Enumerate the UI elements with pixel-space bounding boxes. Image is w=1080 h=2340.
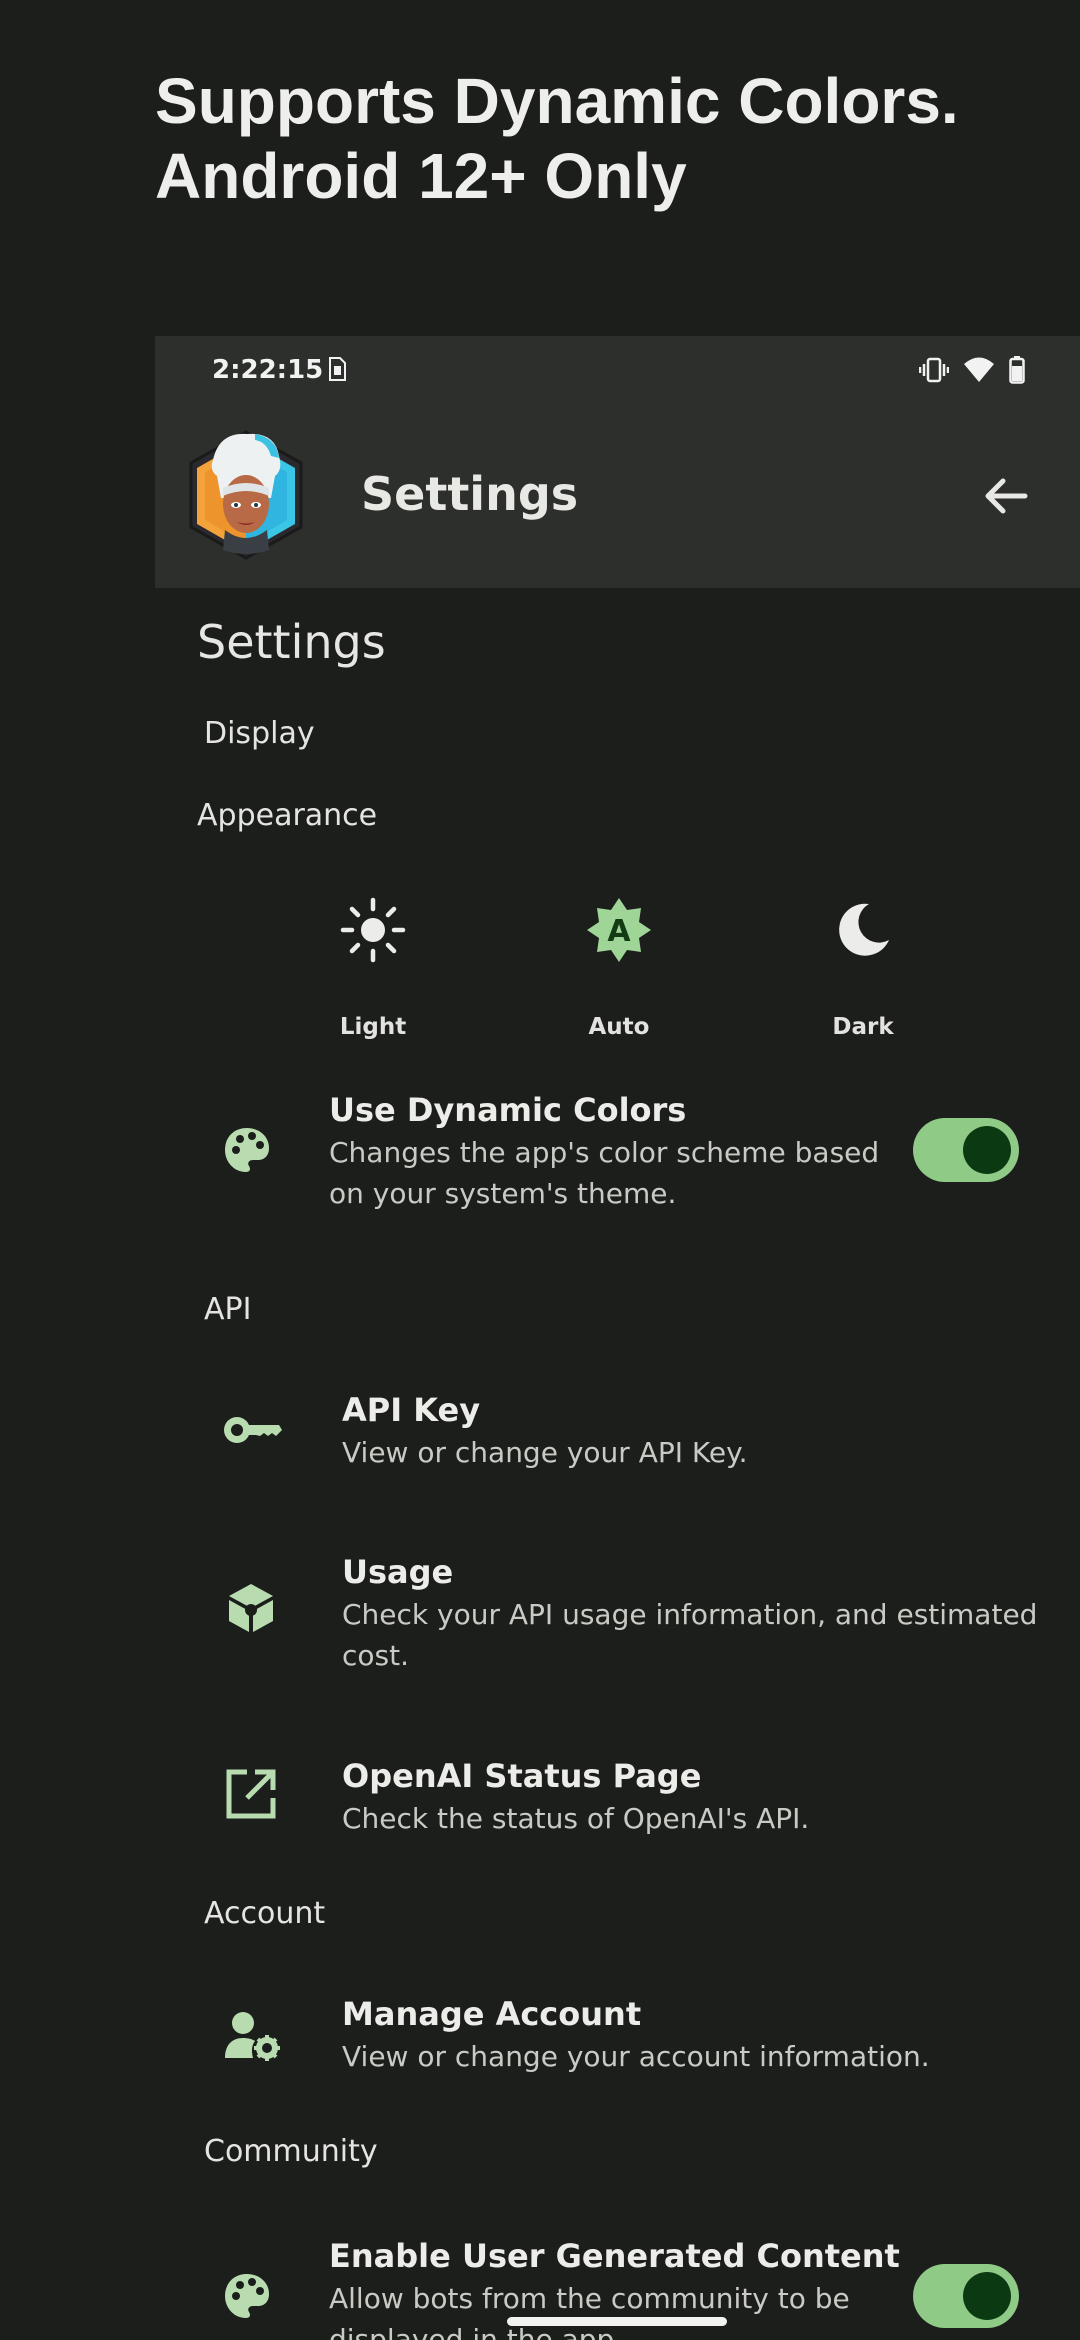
theme-option-light-label: Light	[339, 1014, 407, 1040]
section-header-display: Display	[204, 716, 315, 751]
status-page-desc: Check the status of OpenAI's API.	[342, 1802, 810, 1835]
dynamic-colors-toggle[interactable]	[913, 1118, 1019, 1182]
moon-icon	[839, 903, 889, 956]
top-bar-title: Settings	[361, 467, 579, 521]
vibrate-icon	[919, 357, 949, 383]
promo-headline: Supports Dynamic Colors. Android 12+ Onl…	[155, 64, 1055, 214]
cube-icon	[229, 1584, 273, 1632]
toggle-knob	[963, 1126, 1011, 1174]
battery-icon	[1009, 356, 1025, 384]
sim-card-icon	[329, 357, 346, 381]
user-content-title: Enable User Generated Content	[329, 2237, 900, 2275]
sun-icon	[340, 897, 406, 963]
key-icon	[224, 1417, 282, 1443]
status-icons	[919, 356, 1025, 384]
gesture-nav-handle[interactable]	[507, 2317, 727, 2326]
theme-option-dark[interactable]: Dark	[783, 876, 943, 1040]
theme-option-dark-label: Dark	[832, 1014, 894, 1040]
section-header-account: Account	[204, 1896, 326, 1931]
user-content-desc-1: Allow bots from the community to be	[329, 2282, 850, 2315]
manage-account-title: Manage Account	[342, 1995, 642, 2033]
auto-brightness-icon: A	[587, 898, 651, 962]
theme-option-auto[interactable]: A Auto	[539, 876, 699, 1040]
wifi-icon	[964, 357, 994, 382]
section-header-api: API	[204, 1292, 252, 1327]
palette-icon	[225, 1128, 269, 1172]
status-time: 2:22:15	[212, 355, 324, 385]
app-avatar-logo	[189, 430, 303, 560]
promo-line-1: Supports Dynamic Colors.	[155, 65, 959, 137]
theme-option-light[interactable]: Light	[293, 876, 453, 1040]
section-header-community: Community	[204, 2134, 378, 2169]
usage-desc-1: Check your API usage information, and es…	[342, 1598, 1038, 1631]
dynamic-colors-desc-1: Changes the app's color scheme based	[329, 1136, 880, 1169]
top-app-bar: 2:22:15 Settings	[155, 336, 1080, 588]
api-key-desc: View or change your API Key.	[342, 1436, 748, 1469]
open-in-new-icon	[226, 1769, 276, 1819]
palette-icon	[225, 2274, 269, 2318]
usage-title: Usage	[342, 1553, 454, 1591]
usage-desc-2: cost.	[342, 1639, 409, 1672]
back-button[interactable]	[975, 466, 1035, 526]
toggle-knob	[963, 2272, 1011, 2320]
theme-option-auto-label: Auto	[588, 1014, 650, 1040]
manage-account-icon	[225, 2012, 280, 2061]
status-page-title: OpenAI Status Page	[342, 1757, 702, 1795]
page-heading: Settings	[197, 615, 386, 669]
dynamic-colors-desc-2: on your system's theme.	[329, 1177, 677, 1210]
dynamic-colors-title: Use Dynamic Colors	[329, 1091, 687, 1129]
user-content-toggle[interactable]	[913, 2264, 1019, 2328]
appearance-label: Appearance	[197, 798, 378, 833]
arrow-back-icon	[985, 478, 1028, 514]
manage-account-desc: View or change your account information.	[342, 2040, 930, 2073]
api-key-title: API Key	[342, 1391, 481, 1429]
svg-text:A: A	[607, 914, 631, 949]
phone-screen: 2:22:15 Settings Settings Display Appear…	[155, 336, 1080, 2340]
promo-line-2: Android 12+ Only	[155, 140, 687, 212]
